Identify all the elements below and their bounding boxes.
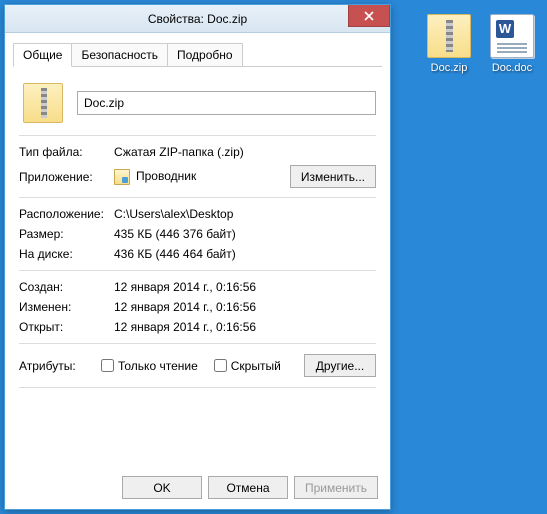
- tab-content: Тип файла: Сжатая ZIP-папка (.zip) Прило…: [5, 67, 390, 404]
- size-on-disk-label: На диске:: [19, 247, 114, 261]
- created-label: Создан:: [19, 280, 114, 294]
- desktop-icon-zip[interactable]: Doc.zip: [420, 14, 478, 74]
- location-value: C:\Users\alex\Desktop: [114, 207, 376, 221]
- ok-button[interactable]: OK: [122, 476, 202, 499]
- desktop-icon-label: Doc.doc: [483, 62, 541, 74]
- size-value: 435 КБ (446 376 байт): [114, 227, 376, 241]
- cancel-button[interactable]: Отмена: [208, 476, 288, 499]
- hidden-checkbox[interactable]: Скрытый: [214, 359, 281, 373]
- application-value: Проводник: [114, 169, 290, 185]
- hidden-input[interactable]: [214, 359, 227, 372]
- desktop-icon-doc[interactable]: Doc.doc: [483, 14, 541, 74]
- desktop-icon-label: Doc.zip: [420, 62, 478, 74]
- divider: [19, 343, 376, 344]
- accessed-label: Открыт:: [19, 320, 114, 334]
- application-label: Приложение:: [19, 170, 114, 184]
- properties-dialog: Свойства: Doc.zip Общие Безопасность Под…: [4, 4, 391, 510]
- readonly-checkbox[interactable]: Только чтение: [101, 359, 198, 373]
- tab-strip: Общие Безопасность Подробно: [13, 43, 382, 67]
- explorer-icon: [114, 169, 130, 185]
- divider: [19, 135, 376, 136]
- readonly-input[interactable]: [101, 359, 114, 372]
- word-doc-icon: [490, 14, 534, 58]
- tab-details[interactable]: Подробно: [167, 43, 243, 66]
- filename-input[interactable]: [77, 91, 376, 115]
- other-attrs-button[interactable]: Другие...: [304, 354, 376, 377]
- change-button[interactable]: Изменить...: [290, 165, 376, 188]
- window-title: Свойства: Doc.zip: [148, 12, 247, 26]
- dialog-buttons: OK Отмена Применить: [122, 476, 378, 499]
- modified-value: 12 января 2014 г., 0:16:56: [114, 300, 376, 314]
- modified-label: Изменен:: [19, 300, 114, 314]
- created-value: 12 января 2014 г., 0:16:56: [114, 280, 376, 294]
- tab-general[interactable]: Общие: [13, 43, 72, 67]
- divider: [19, 387, 376, 388]
- close-icon: [364, 11, 374, 21]
- accessed-value: 12 января 2014 г., 0:16:56: [114, 320, 376, 334]
- size-on-disk-value: 436 КБ (446 464 байт): [114, 247, 376, 261]
- divider: [19, 270, 376, 271]
- zip-folder-icon: [427, 14, 471, 58]
- location-label: Расположение:: [19, 207, 114, 221]
- size-label: Размер:: [19, 227, 114, 241]
- attributes-label: Атрибуты:: [19, 359, 95, 373]
- divider: [19, 197, 376, 198]
- tab-security[interactable]: Безопасность: [71, 43, 168, 66]
- file-type-label: Тип файла:: [19, 145, 114, 159]
- apply-button[interactable]: Применить: [294, 476, 378, 499]
- titlebar[interactable]: Свойства: Doc.zip: [5, 5, 390, 33]
- file-type-icon: [23, 83, 63, 123]
- file-type-value: Сжатая ZIP-папка (.zip): [114, 145, 376, 159]
- close-button[interactable]: [348, 5, 390, 27]
